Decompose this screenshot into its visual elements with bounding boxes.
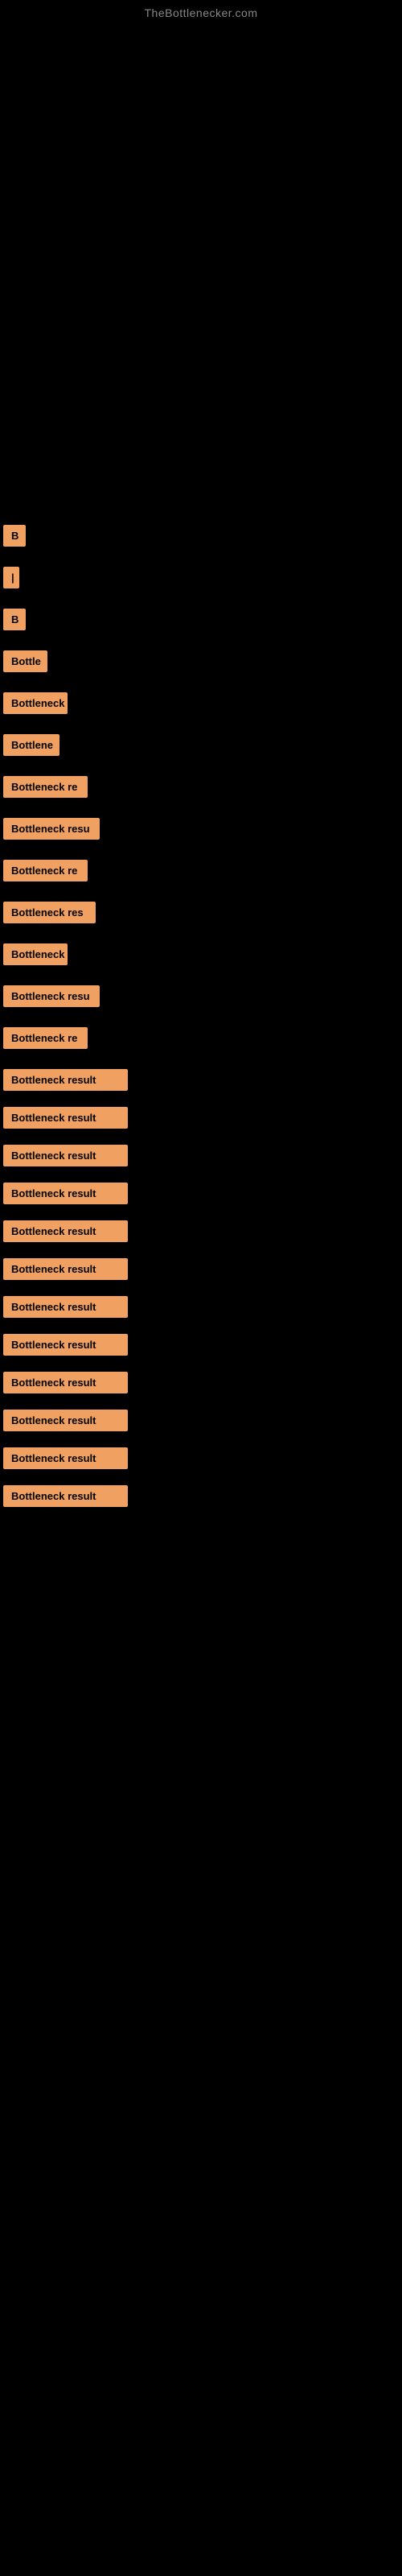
bottleneck-item-3[interactable]: B: [3, 609, 26, 630]
bottleneck-item-22[interactable]: Bottleneck result: [3, 1372, 128, 1393]
bottleneck-item-11[interactable]: Bottleneck: [3, 943, 68, 965]
bottleneck-item-21[interactable]: Bottleneck result: [3, 1334, 128, 1356]
site-header: TheBottlenecker.com: [0, 0, 402, 26]
row-11: Bottleneck: [0, 935, 402, 977]
bottleneck-item-18[interactable]: Bottleneck result: [3, 1220, 128, 1242]
bottleneck-item-1[interactable]: B: [3, 525, 26, 547]
bottleneck-item-12[interactable]: Bottleneck resu: [3, 985, 100, 1007]
bottleneck-item-15[interactable]: Bottleneck result: [3, 1107, 128, 1129]
bottleneck-item-9[interactable]: Bottleneck re: [3, 860, 88, 881]
row-21: Bottleneck result: [0, 1326, 402, 1364]
row-23: Bottleneck result: [0, 1402, 402, 1439]
bottleneck-item-17[interactable]: Bottleneck result: [3, 1183, 128, 1204]
site-title: TheBottlenecker.com: [0, 0, 402, 26]
bottleneck-item-7[interactable]: Bottleneck re: [3, 776, 88, 798]
bottleneck-item-2[interactable]: |: [3, 567, 19, 588]
row-17: Bottleneck result: [0, 1174, 402, 1212]
row-9: Bottleneck re: [0, 852, 402, 894]
row-20: Bottleneck result: [0, 1288, 402, 1326]
row-19: Bottleneck result: [0, 1250, 402, 1288]
bottleneck-item-5[interactable]: Bottleneck: [3, 692, 68, 714]
bottleneck-item-20[interactable]: Bottleneck result: [3, 1296, 128, 1318]
row-6: Bottlene: [0, 726, 402, 768]
row-12: Bottleneck resu: [0, 977, 402, 1019]
bottleneck-item-14[interactable]: Bottleneck result: [3, 1069, 128, 1091]
row-16: Bottleneck result: [0, 1137, 402, 1174]
bottleneck-item-25[interactable]: Bottleneck result: [3, 1485, 128, 1507]
row-15: Bottleneck result: [0, 1099, 402, 1137]
bottleneck-item-23[interactable]: Bottleneck result: [3, 1410, 128, 1431]
row-14: Bottleneck result: [0, 1061, 402, 1099]
row-1: B: [0, 517, 402, 559]
row-5: Bottleneck: [0, 684, 402, 726]
bottleneck-item-6[interactable]: Bottlene: [3, 734, 59, 756]
row-25: Bottleneck result: [0, 1477, 402, 1515]
results-section: B | B Bottle Bottleneck Bottlene Bottlen…: [0, 509, 402, 1523]
row-7: Bottleneck re: [0, 768, 402, 810]
row-22: Bottleneck result: [0, 1364, 402, 1402]
page-container: TheBottlenecker.com B | B Bottle Bottlen…: [0, 0, 402, 1523]
row-18: Bottleneck result: [0, 1212, 402, 1250]
bottleneck-item-24[interactable]: Bottleneck result: [3, 1447, 128, 1469]
bottleneck-item-8[interactable]: Bottleneck resu: [3, 818, 100, 840]
bottleneck-item-19[interactable]: Bottleneck result: [3, 1258, 128, 1280]
bottleneck-item-10[interactable]: Bottleneck res: [3, 902, 96, 923]
bottleneck-item-4[interactable]: Bottle: [3, 650, 47, 672]
row-2: |: [0, 559, 402, 601]
row-4: Bottle: [0, 642, 402, 684]
bottleneck-item-16[interactable]: Bottleneck result: [3, 1145, 128, 1166]
row-8: Bottleneck resu: [0, 810, 402, 852]
row-3: B: [0, 601, 402, 642]
row-10: Bottleneck res: [0, 894, 402, 935]
top-dark-section: [0, 26, 402, 509]
row-13: Bottleneck re: [0, 1019, 402, 1061]
bottleneck-item-13[interactable]: Bottleneck re: [3, 1027, 88, 1049]
row-24: Bottleneck result: [0, 1439, 402, 1477]
